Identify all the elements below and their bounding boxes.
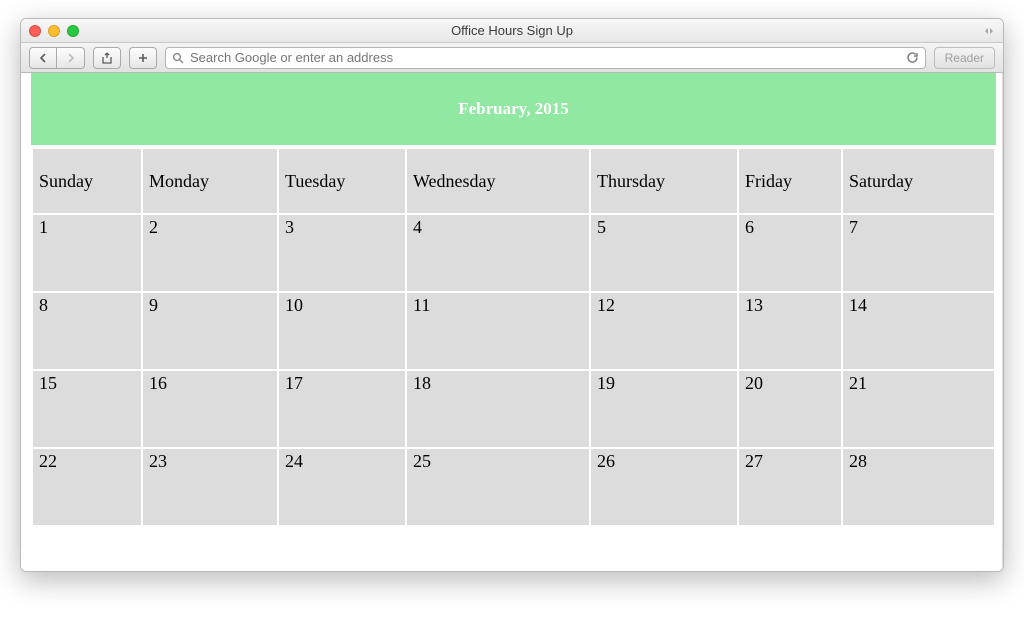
day-number: 10 xyxy=(285,295,303,315)
calendar-cell[interactable]: 23 xyxy=(142,448,278,526)
day-header: Wednesday xyxy=(406,148,590,214)
day-number: 14 xyxy=(849,295,867,315)
calendar-cell[interactable]: 11 xyxy=(406,292,590,370)
day-number: 12 xyxy=(597,295,615,315)
day-number: 17 xyxy=(285,373,303,393)
address-input[interactable] xyxy=(190,48,900,68)
day-number: 20 xyxy=(745,373,763,393)
day-number: 19 xyxy=(597,373,615,393)
day-number: 22 xyxy=(39,451,57,471)
close-icon[interactable] xyxy=(29,25,41,37)
window-title: Office Hours Sign Up xyxy=(21,23,1003,38)
day-number: 18 xyxy=(413,373,431,393)
calendar-cell[interactable]: 18 xyxy=(406,370,590,448)
calendar-row: 15 16 17 18 19 20 21 xyxy=(32,370,995,448)
forward-button[interactable] xyxy=(57,47,85,69)
day-header: Thursday xyxy=(590,148,738,214)
calendar: February, 2015 Sunday Monday Tuesday Wed… xyxy=(21,73,1002,527)
day-number: 1 xyxy=(39,217,48,237)
page-content: February, 2015 Sunday Monday Tuesday Wed… xyxy=(21,73,1002,571)
calendar-row: 8 9 10 11 12 13 14 xyxy=(32,292,995,370)
calendar-cell[interactable]: 3 xyxy=(278,214,406,292)
calendar-cell[interactable]: 24 xyxy=(278,448,406,526)
calendar-cell[interactable]: 5 xyxy=(590,214,738,292)
calendar-cell[interactable]: 22 xyxy=(32,448,142,526)
day-header: Friday xyxy=(738,148,842,214)
reader-label: Reader xyxy=(945,51,984,65)
new-tab-button[interactable] xyxy=(129,47,157,69)
calendar-cell[interactable]: 19 xyxy=(590,370,738,448)
day-number: 2 xyxy=(149,217,158,237)
share-button[interactable] xyxy=(93,47,121,69)
calendar-cell[interactable]: 8 xyxy=(32,292,142,370)
zoom-icon[interactable] xyxy=(67,25,79,37)
page-viewport: February, 2015 Sunday Monday Tuesday Wed… xyxy=(21,73,1003,571)
calendar-cell[interactable]: 25 xyxy=(406,448,590,526)
day-header: Sunday xyxy=(32,148,142,214)
day-header: Monday xyxy=(142,148,278,214)
vertical-scrollbar[interactable] xyxy=(1002,73,1003,571)
minimize-icon[interactable] xyxy=(48,25,60,37)
day-header: Saturday xyxy=(842,148,995,214)
calendar-cell[interactable]: 20 xyxy=(738,370,842,448)
day-number: 21 xyxy=(849,373,867,393)
calendar-cell[interactable]: 26 xyxy=(590,448,738,526)
browser-toolbar: Reader xyxy=(21,43,1003,73)
calendar-cell[interactable]: 7 xyxy=(842,214,995,292)
reader-button[interactable]: Reader xyxy=(934,47,995,69)
traffic-lights xyxy=(29,25,79,37)
calendar-cell[interactable]: 12 xyxy=(590,292,738,370)
day-number: 7 xyxy=(849,217,858,237)
calendar-cell[interactable]: 9 xyxy=(142,292,278,370)
calendar-cell[interactable]: 4 xyxy=(406,214,590,292)
day-number: 9 xyxy=(149,295,158,315)
calendar-cell[interactable]: 10 xyxy=(278,292,406,370)
day-number: 28 xyxy=(849,451,867,471)
calendar-cell[interactable]: 2 xyxy=(142,214,278,292)
day-number: 23 xyxy=(149,451,167,471)
calendar-title: February, 2015 xyxy=(31,73,996,147)
calendar-row: 1 2 3 4 5 6 7 xyxy=(32,214,995,292)
expand-icon[interactable] xyxy=(983,25,995,37)
window-titlebar: Office Hours Sign Up xyxy=(21,19,1003,43)
calendar-cell[interactable]: 27 xyxy=(738,448,842,526)
address-bar[interactable] xyxy=(165,47,926,69)
reload-button[interactable] xyxy=(906,51,919,64)
day-number: 13 xyxy=(745,295,763,315)
calendar-grid: Sunday Monday Tuesday Wednesday Thursday… xyxy=(31,147,996,527)
day-number: 11 xyxy=(413,295,430,315)
back-button[interactable] xyxy=(29,47,57,69)
calendar-cell[interactable]: 28 xyxy=(842,448,995,526)
day-header: Tuesday xyxy=(278,148,406,214)
day-number: 16 xyxy=(149,373,167,393)
calendar-cell[interactable]: 16 xyxy=(142,370,278,448)
calendar-cell[interactable]: 17 xyxy=(278,370,406,448)
calendar-cell[interactable]: 1 xyxy=(32,214,142,292)
day-number: 27 xyxy=(745,451,763,471)
day-number: 8 xyxy=(39,295,48,315)
day-number: 26 xyxy=(597,451,615,471)
day-number: 24 xyxy=(285,451,303,471)
browser-window: Office Hours Sign Up xyxy=(20,18,1004,572)
search-icon xyxy=(172,52,184,64)
calendar-row: 22 23 24 25 26 27 28 xyxy=(32,448,995,526)
calendar-cell[interactable]: 14 xyxy=(842,292,995,370)
nav-buttons xyxy=(29,47,85,69)
day-number: 4 xyxy=(413,217,422,237)
day-header-row: Sunday Monday Tuesday Wednesday Thursday… xyxy=(32,148,995,214)
calendar-cell[interactable]: 13 xyxy=(738,292,842,370)
day-number: 15 xyxy=(39,373,57,393)
day-number: 5 xyxy=(597,217,606,237)
day-number: 6 xyxy=(745,217,754,237)
calendar-cell[interactable]: 21 xyxy=(842,370,995,448)
day-number: 3 xyxy=(285,217,294,237)
calendar-cell[interactable]: 15 xyxy=(32,370,142,448)
day-number: 25 xyxy=(413,451,431,471)
calendar-cell[interactable]: 6 xyxy=(738,214,842,292)
